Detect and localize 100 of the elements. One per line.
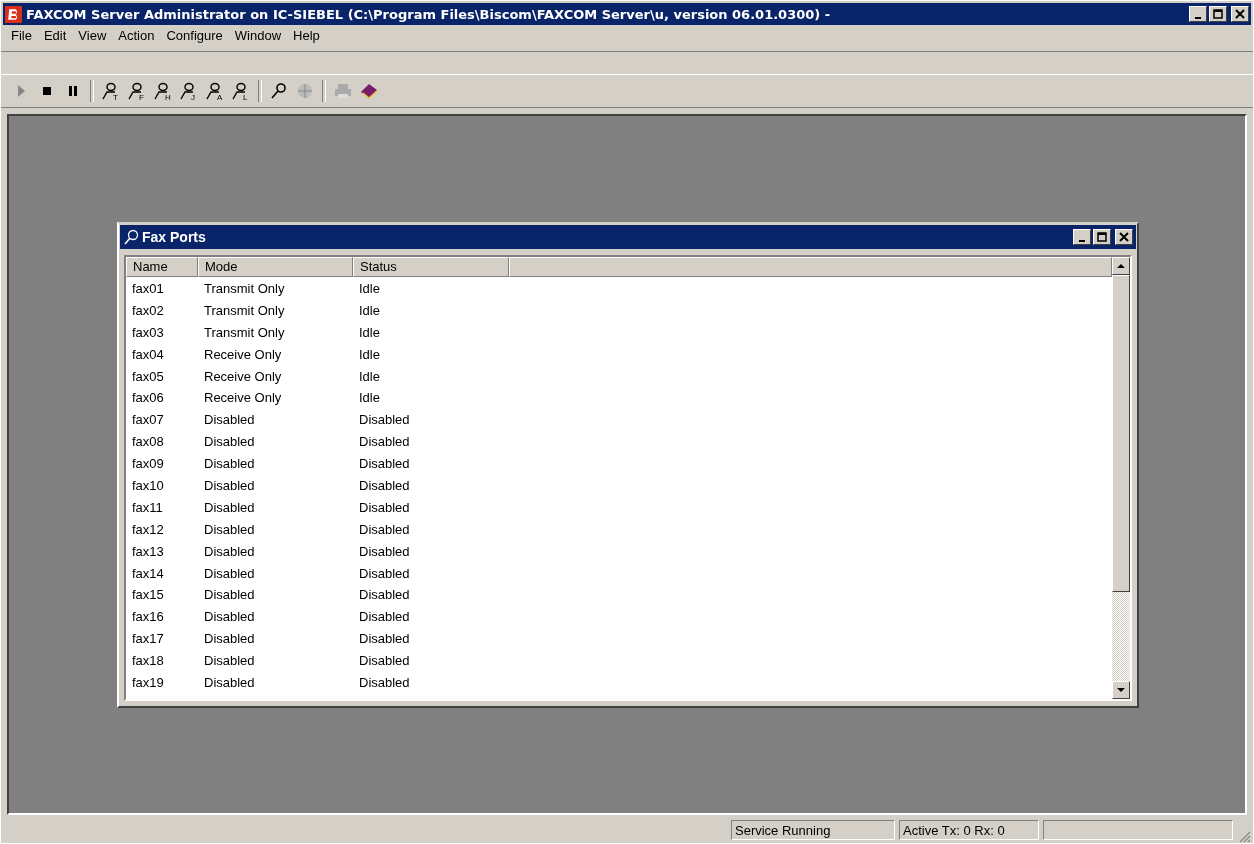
table-cell-text: fax02 [131,301,165,320]
table-cell-text: fax16 [131,608,165,627]
close-icon [1235,9,1245,19]
table-cell-text: fax12 [131,520,165,539]
table-cell-text: Disabled [203,674,256,693]
maximize-button[interactable] [1209,6,1227,22]
table-cell-text: Disabled [358,477,411,495]
table-cell-text: Transmit Only [203,323,286,342]
table-cell-text: fax03 [131,323,165,342]
scroll-up-button[interactable] [1112,257,1130,275]
table-cell-text: Idle [358,280,381,298]
table-cell-text: Disabled [358,586,411,605]
user-button[interactable]: T [99,79,123,103]
maximize-button[interactable] [1093,229,1111,245]
table-cell-text: Disabled [358,564,411,583]
up-arrow-icon [1116,263,1126,269]
table-cell-text: fax10 [131,477,165,495]
table-cell-text: Receive Only [203,389,283,408]
menu-item[interactable]: Edit [37,28,73,48]
table-cell-text: Disabled [203,477,256,495]
minimize-button[interactable] [1189,6,1207,22]
table-cell-text: Transmit Only [203,280,286,298]
magnifier-icon [123,229,139,245]
close-button[interactable] [1231,6,1249,22]
table-cell-text: fax15 [131,586,165,605]
table-cell-text: fax06 [131,389,165,408]
table-cell-text: fax05 [131,367,165,386]
table-cell-text: Disabled [358,433,411,452]
user-button[interactable]: L [229,79,253,103]
child-window-title: Fax Ports [142,229,207,245]
app-logo-icon [5,5,22,23]
menu-item[interactable]: File [5,28,38,48]
minimize-button[interactable] [1073,229,1091,245]
user-button[interactable]: A [203,79,227,103]
table-cell-text: Disabled [358,542,411,561]
close-button[interactable] [1115,229,1133,245]
table-cell-text: Disabled [203,564,256,583]
user-button[interactable]: J [177,79,201,103]
printer-icon [333,81,353,101]
table-cell-text: Disabled [203,630,256,649]
table-cell-text: fax17 [131,630,165,649]
resize-grip-icon[interactable] [1237,829,1251,843]
user-button[interactable]: F [125,79,149,103]
table-cell-text: Transmit Only [203,301,286,320]
table-cell-text: fax13 [131,542,165,561]
table-cell-text: Idle [358,301,381,320]
column-header[interactable]: Name [126,257,198,277]
table-cell-text: fax07 [131,411,165,430]
table-cell-text: Disabled [203,411,256,430]
table-cell-text: fax19 [131,674,165,693]
table-cell-text: fax14 [131,564,165,583]
table-cell-text: Disabled [358,674,411,693]
book-icon [359,81,379,101]
close-icon [1119,232,1129,242]
menu-item[interactable]: Action [112,28,161,48]
table-cell-text: Disabled [203,542,256,561]
table-cell-text: Disabled [358,455,411,474]
table-cell-text: Disabled [358,520,411,539]
table-cell-text: fax01 [131,280,165,298]
table-cell-text: Idle [358,389,381,408]
table-cell-text: Disabled [203,652,256,671]
menu-item[interactable]: Configure [160,28,229,48]
table-cell-text: fax09 [131,455,165,474]
table-cell-text: Disabled [203,520,256,539]
table-cell-text: fax11 [131,498,164,517]
table-cell-text: Disabled [358,498,411,517]
minimize-icon [1195,16,1201,19]
status-panel: Active Tx: 0 Rx: 0 [899,820,1039,840]
table-cell-text: Idle [358,345,381,364]
scroll-down-button[interactable] [1112,681,1130,699]
down-arrow-icon [1116,687,1126,693]
table-cell-text: Disabled [358,411,411,430]
table-cell-text: Disabled [203,433,256,452]
table-cell-text: Disabled [358,652,411,671]
maximize-icon [1213,9,1223,19]
maximize-icon [1097,232,1107,242]
table-cell-text: Disabled [203,608,256,627]
table-cell-text: fax04 [131,345,165,364]
menu-item[interactable]: Help [287,28,326,48]
table-cell-text: fax08 [131,433,165,452]
window-title: FAXCOM Server Administrator on IC-SIEBEL (C:\Program Files\Biscom\FAXCOM Server\u, version 06.01.0300) - [26,6,832,22]
table-cell-text: Disabled [358,630,411,649]
user-button[interactable]: H [151,79,175,103]
table-cell-text: Disabled [358,608,411,627]
status-panel: Service Running [731,820,895,840]
table-cell-text: Disabled [203,498,256,517]
scroll-bar[interactable] [1112,257,1130,699]
table-cell-text: Disabled [203,455,256,474]
menu-item[interactable]: Window [228,28,288,48]
table-cell-text: Receive Only [203,345,283,364]
table-cell-text: Idle [358,367,381,386]
menu-item[interactable]: View [72,28,113,48]
table-cell-text: Receive Only [203,367,283,386]
scroll-thumb[interactable] [1112,275,1130,592]
table-cell-text: fax18 [131,652,165,671]
column-header[interactable]: Status [353,257,509,277]
column-header[interactable]: Mode [198,257,353,277]
table-cell-text: Disabled [203,586,256,605]
table-cell-text: Idle [358,323,381,342]
minimize-icon [1079,239,1085,242]
